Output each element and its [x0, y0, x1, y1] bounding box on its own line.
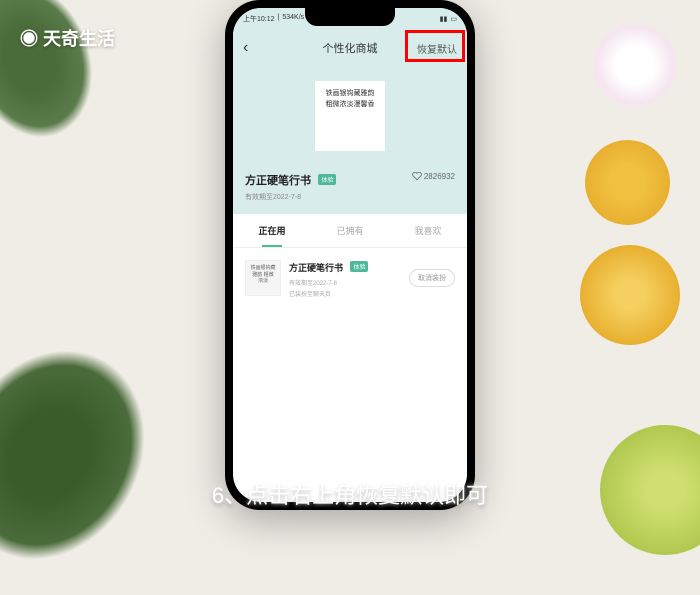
signal-icon: ▮▮ — [440, 15, 448, 23]
font-info-bar: 方正硬笔行书 体验 有效期至2022-7-8 2826932 — [233, 163, 467, 214]
status-speed: 534K/s — [282, 14, 304, 24]
watermark: ◉ 天奇生活 — [20, 25, 115, 51]
tabs-bar: 正在用 已拥有 我喜欢 — [233, 214, 467, 248]
list-item-info: 方正硬笔行书 体验 有效期至2022-7-8 已装扮至聊天页 — [289, 258, 401, 298]
status-time: 上午10:12 — [243, 14, 275, 24]
watermark-icon: ◉ — [20, 29, 38, 49]
likes-count[interactable]: 2826932 — [412, 171, 455, 181]
watermark-text: 天奇生活 — [43, 29, 115, 49]
decor-orange-1 — [585, 140, 670, 225]
decor-orange-2 — [580, 245, 680, 345]
list-item-applied: 已装扮至聊天页 — [289, 289, 401, 298]
list-item-name: 方正硬笔行书 — [289, 263, 343, 273]
tab-liked[interactable]: 我喜欢 — [389, 214, 467, 247]
likes-number: 2826932 — [424, 172, 455, 181]
font-badge: 体验 — [318, 174, 336, 185]
phone-frame: 上午10:12 | 534K/s ⏰ 🔇 ▮▮ ▭ ‹ 个性化商城 恢复默认 铁… — [225, 0, 475, 510]
tab-in-use[interactable]: 正在用 — [233, 214, 311, 247]
page-header: ‹ 个性化商城 恢复默认 — [233, 30, 467, 66]
page-title: 个性化商城 — [323, 40, 378, 56]
decor-flower — [590, 20, 680, 110]
battery-icon: ▭ — [450, 15, 457, 23]
phone-screen: 上午10:12 | 534K/s ⏰ 🔇 ▮▮ ▭ ‹ 个性化商城 恢复默认 铁… — [233, 8, 467, 502]
list-item-expiry: 有效期至2022-7-8 — [289, 278, 401, 287]
font-expiry: 有效期至2022-7-8 — [245, 192, 336, 202]
decor-lime — [600, 425, 700, 555]
restore-default-button[interactable]: 恢复默认 — [417, 41, 457, 56]
phone-notch — [305, 8, 395, 26]
list-item[interactable]: 铁画银钩藏雅韵 粗微浓淡 方正硬笔行书 体验 有效期至2022-7-8 已装扮至… — [245, 258, 455, 298]
font-preview-sample: 铁画银钩藏雅韵 粗微浓淡漫馨香 — [315, 81, 385, 151]
tutorial-caption: 6、点击右上角恢复默认即可 — [212, 478, 488, 510]
font-preview-area: 铁画银钩藏雅韵 粗微浓淡漫馨香 — [233, 66, 467, 163]
decor-leaf-bottom-left — [0, 315, 183, 595]
tab-owned[interactable]: 已拥有 — [311, 214, 389, 247]
heart-icon — [412, 171, 422, 181]
decor-leaf-top-left — [0, 0, 114, 156]
font-name: 方正硬笔行书 — [245, 175, 311, 187]
remove-decoration-button[interactable]: 取消装扮 — [409, 269, 455, 287]
status-separator: | — [278, 14, 280, 24]
font-list: 铁画银钩藏雅韵 粗微浓淡 方正硬笔行书 体验 有效期至2022-7-8 已装扮至… — [233, 248, 467, 308]
list-item-badge: 体验 — [350, 261, 368, 272]
back-button[interactable]: ‹ — [243, 39, 248, 57]
list-item-thumb: 铁画银钩藏雅韵 粗微浓淡 — [245, 260, 281, 296]
